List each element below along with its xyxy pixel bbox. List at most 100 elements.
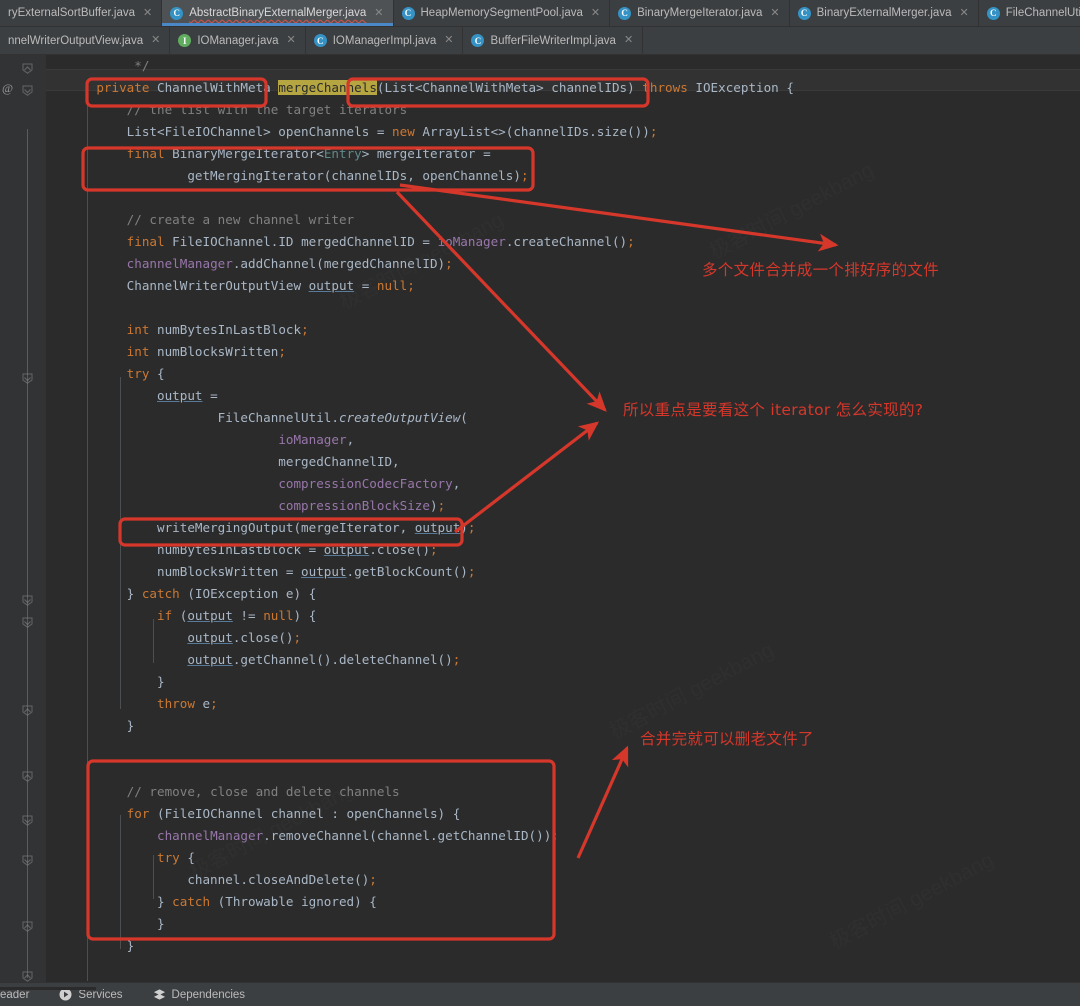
editor-tab[interactable]: C BinaryExternalMerger.java ✕: [789, 0, 979, 26]
code-line[interactable]: final FileIOChannel.ID mergedChannelID =…: [66, 231, 1080, 253]
code-line[interactable]: if (output != null) {: [66, 605, 1080, 627]
code-line[interactable]: }: [66, 935, 1080, 957]
status-item-services[interactable]: Services: [55, 988, 126, 1001]
code-text[interactable]: */ private ChannelWithMeta mergeChannels…: [46, 55, 1080, 982]
fold-collapse-icon[interactable]: [22, 63, 33, 74]
code-line[interactable]: */: [66, 55, 1080, 77]
fold-expand-icon[interactable]: [22, 85, 33, 96]
layers-icon: [153, 988, 166, 1001]
editor-tab[interactable]: ryExternalSortBuffer.java ✕: [0, 0, 163, 26]
code-line[interactable]: try {: [66, 363, 1080, 385]
play-circle-icon: [59, 988, 72, 1001]
class-icon: C: [986, 6, 1000, 20]
code-line[interactable]: // create a new channel writer: [66, 209, 1080, 231]
close-icon[interactable]: ✕: [151, 35, 160, 46]
code-line[interactable]: try {: [66, 847, 1080, 869]
fold-expand-icon[interactable]: [22, 617, 33, 628]
status-item-dependencies-label: Dependencies: [171, 988, 246, 1001]
code-line[interactable]: FileChannelUtil.createOutputView(: [66, 407, 1080, 429]
editor-tab[interactable]: CFileChannelUtil.java✕: [978, 0, 1080, 26]
code-line[interactable]: // remove, close and delete channels: [66, 781, 1080, 803]
editor-tab[interactable]: C HeapMemorySegmentPool.java ✕: [393, 0, 611, 26]
code-line[interactable]: } catch (IOException e) {: [66, 583, 1080, 605]
code-line[interactable]: }: [66, 671, 1080, 693]
fold-expand-icon[interactable]: [22, 595, 33, 606]
code-line[interactable]: numBytesInLastBlock = output.close();: [66, 539, 1080, 561]
fold-expand-icon[interactable]: [22, 373, 33, 384]
close-icon[interactable]: ✕: [624, 35, 633, 46]
tool-window-stripe: [0, 986, 96, 990]
code-line[interactable]: int numBlocksWritten;: [66, 341, 1080, 363]
editor-tab[interactable]: I IOManager.java ✕: [170, 27, 306, 54]
fold-expand-icon[interactable]: [22, 815, 33, 826]
close-icon[interactable]: ✕: [143, 7, 152, 19]
close-icon[interactable]: ✕: [287, 35, 296, 46]
code-line[interactable]: output =: [66, 385, 1080, 407]
editor-tab[interactable]: C IOManagerImpl.java ✕: [305, 27, 464, 54]
status-left-fragment[interactable]: eader: [0, 986, 96, 1001]
close-icon[interactable]: ✕: [770, 7, 779, 19]
status-bar: eader Services Dependencies: [0, 982, 1080, 1006]
code-line[interactable]: } catch (Throwable ignored) {: [66, 891, 1080, 913]
code-line[interactable]: }: [66, 715, 1080, 737]
code-line[interactable]: compressionBlockSize);: [66, 495, 1080, 517]
code-line[interactable]: numBlocksWritten = output.getBlockCount(…: [66, 561, 1080, 583]
editor-tab-label: HeapMemorySegmentPool.java: [420, 7, 583, 19]
editor-tab-label: AbstractBinaryExternalMerger.java: [189, 7, 367, 19]
editor-tab[interactable]: C BinaryMergeIterator.java ✕: [610, 0, 790, 26]
close-icon[interactable]: ✕: [591, 7, 600, 19]
code-line[interactable]: mergedChannelID,: [66, 451, 1080, 473]
code-line[interactable]: int numBytesInLastBlock;: [66, 319, 1080, 341]
code-line[interactable]: [66, 759, 1080, 781]
code-line[interactable]: for (FileIOChannel channel : openChannel…: [66, 803, 1080, 825]
code-line[interactable]: private ChannelWithMeta mergeChannels(Li…: [66, 77, 1080, 99]
code-line[interactable]: output.close();: [66, 627, 1080, 649]
editor-tab-label: FileChannelUtil.java: [1005, 7, 1080, 19]
code-editor[interactable]: 极客时间 geekbang极客时间 geekbang极客时间 geekbang极…: [0, 55, 1080, 982]
annotation-marker-icon[interactable]: @: [2, 81, 16, 95]
code-line[interactable]: }: [66, 913, 1080, 935]
status-item-dependencies[interactable]: Dependencies: [149, 988, 250, 1001]
code-line[interactable]: output.getChannel().deleteChannel();: [66, 649, 1080, 671]
editor-tab[interactable]: C BufferFileWriterImpl.java ✕: [463, 27, 644, 54]
ide-window: ryExternalSortBuffer.java ✕ C AbstractBinar…: [0, 0, 1080, 1006]
code-line[interactable]: final BinaryMergeIterator<Entry> mergeIt…: [66, 143, 1080, 165]
close-icon[interactable]: ✕: [444, 35, 453, 46]
code-line[interactable]: // the list with the target iterators: [66, 99, 1080, 121]
code-line[interactable]: compressionCodecFactory,: [66, 473, 1080, 495]
editor-tab-label: IOManager.java: [197, 34, 279, 47]
fold-expand-icon[interactable]: [22, 855, 33, 866]
fold-collapse-icon[interactable]: [22, 705, 33, 716]
editor-tab-label: BinaryMergeIterator.java: [637, 7, 763, 19]
close-icon[interactable]: ✕: [959, 7, 968, 19]
editor-tab-bar-row-2: nnelWriterOutputView.java ✕ I IOManager.jav…: [0, 27, 1080, 55]
code-line[interactable]: channel.closeAndDelete();: [66, 869, 1080, 891]
code-line[interactable]: writeMergingOutput(mergeIterator, output…: [66, 517, 1080, 539]
code-line[interactable]: getMergingIterator(channelIDs, openChann…: [66, 165, 1080, 187]
code-line[interactable]: [66, 187, 1080, 209]
ann-iterator: 所以重点是要看这个 iterator 怎么实现的?: [623, 401, 924, 419]
code-line[interactable]: [66, 737, 1080, 759]
editor-tab[interactable]: nnelWriterOutputView.java ✕: [0, 27, 171, 54]
code-line[interactable]: channelManager.removeChannel(channel.get…: [66, 825, 1080, 847]
editor-tab-label: ryExternalSortBuffer.java: [8, 7, 135, 19]
code-line[interactable]: [66, 297, 1080, 319]
ann-delete-old: 合并完就可以删老文件了: [640, 730, 814, 748]
fold-collapse-icon[interactable]: [22, 971, 33, 982]
class-icon: C: [170, 6, 184, 20]
class-icon: C: [401, 6, 415, 20]
search-highlight: mergeChannels: [278, 80, 377, 95]
code-line[interactable]: ioManager,: [66, 429, 1080, 451]
fold-collapse-icon[interactable]: [22, 921, 33, 932]
fold-guide-line: [27, 129, 28, 978]
code-line[interactable]: List<FileIOChannel> openChannels = new A…: [66, 121, 1080, 143]
editor-tab[interactable]: C AbstractBinaryExternalMerger.java ✕: [162, 0, 394, 26]
editor-tab-bar-row-1: ryExternalSortBuffer.java ✕ C AbstractBinar…: [0, 0, 1080, 27]
class-icon: C: [618, 6, 632, 20]
editor-gutter[interactable]: @: [0, 55, 46, 982]
status-left-label: eader: [0, 988, 30, 1001]
fold-collapse-icon[interactable]: [22, 771, 33, 782]
code-line[interactable]: [66, 957, 1080, 979]
close-icon[interactable]: ✕: [374, 7, 383, 19]
code-line[interactable]: throw e;: [66, 693, 1080, 715]
